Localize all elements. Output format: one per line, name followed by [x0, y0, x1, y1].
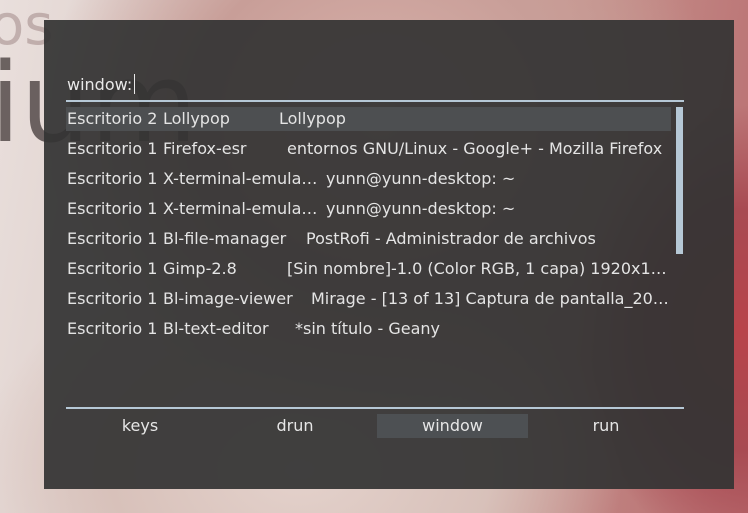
window-class: Bl-image-viewer [163, 289, 293, 308]
window-title: Lollypop [279, 109, 346, 128]
window-list-item[interactable]: Escritorio 1 Gimp-2.8 [Sin nombre]-1.0 (… [66, 257, 671, 281]
window-title: Mirage - [13 of 13] Captura de pantalla_… [311, 289, 671, 308]
window-list-item[interactable]: Escritorio 1 Bl-text-editor *sin título … [66, 317, 671, 341]
window-title: yunn@yunn-desktop: ~ [326, 169, 516, 188]
window-title: yunn@yunn-desktop: ~ [326, 199, 516, 218]
window-desktop: Escritorio 1 [67, 139, 158, 158]
window-list-item[interactable]: Escritorio 1 X-terminal-emulator yunn@yu… [66, 197, 671, 221]
window-list-item[interactable]: Escritorio 1 Bl-image-viewer Mirage - [1… [66, 287, 671, 311]
window-list-item[interactable]: Escritorio 1 Firefox-esr entornos GNU/Li… [66, 137, 671, 161]
window-desktop: Escritorio 1 [67, 259, 158, 278]
window-desktop: Escritorio 1 [67, 229, 158, 248]
window-desktop: Escritorio 1 [67, 289, 158, 308]
mode-switcher: keys drun window run [66, 414, 684, 438]
window-class: Bl-text-editor [163, 319, 269, 338]
window-desktop: Escritorio 1 [67, 169, 158, 188]
mode-tab-keys[interactable]: keys [66, 414, 214, 438]
mode-tab-run[interactable]: run [532, 414, 680, 438]
window-class: Bl-file-manager [163, 229, 287, 248]
window-desktop: Escritorio 1 [67, 319, 158, 338]
window-class: X-terminal-emulator [163, 169, 323, 188]
window-desktop: Escritorio 1 [67, 199, 158, 218]
window-list-item[interactable]: Escritorio 2 Lollypop Lollypop [66, 107, 671, 131]
prompt-label: window: [67, 74, 133, 94]
separator-top [66, 100, 684, 102]
window-title: *sin título - Geany [295, 319, 440, 338]
window-class: X-terminal-emulator [163, 199, 323, 218]
text-caret [134, 74, 136, 94]
window-list: Escritorio 2 Lollypop Lollypop Escritori… [66, 107, 671, 347]
mode-tab-window[interactable]: window [377, 414, 528, 438]
window-list-item[interactable]: Escritorio 1 X-terminal-emulator yunn@yu… [66, 167, 671, 191]
window-desktop: Escritorio 2 [67, 109, 158, 128]
mode-tab-drun[interactable]: drun [221, 414, 369, 438]
scrollbar-thumb[interactable] [676, 107, 683, 254]
window-title: [Sin nombre]-1.0 (Color RGB, 1 capa) 192… [287, 259, 671, 278]
scrollbar[interactable] [676, 107, 683, 397]
prompt-bar[interactable]: window: [67, 72, 136, 96]
window-list-item[interactable]: Escritorio 1 Bl-file-manager PostRofi - … [66, 227, 671, 251]
separator-bottom [66, 407, 684, 409]
rofi-window-switcher: window: Escritorio 2 Lollypop Lollypop E… [44, 20, 734, 489]
window-title: entornos GNU/Linux - Google+ - Mozilla F… [287, 139, 663, 158]
window-title: PostRofi - Administrador de archivos [306, 229, 596, 248]
